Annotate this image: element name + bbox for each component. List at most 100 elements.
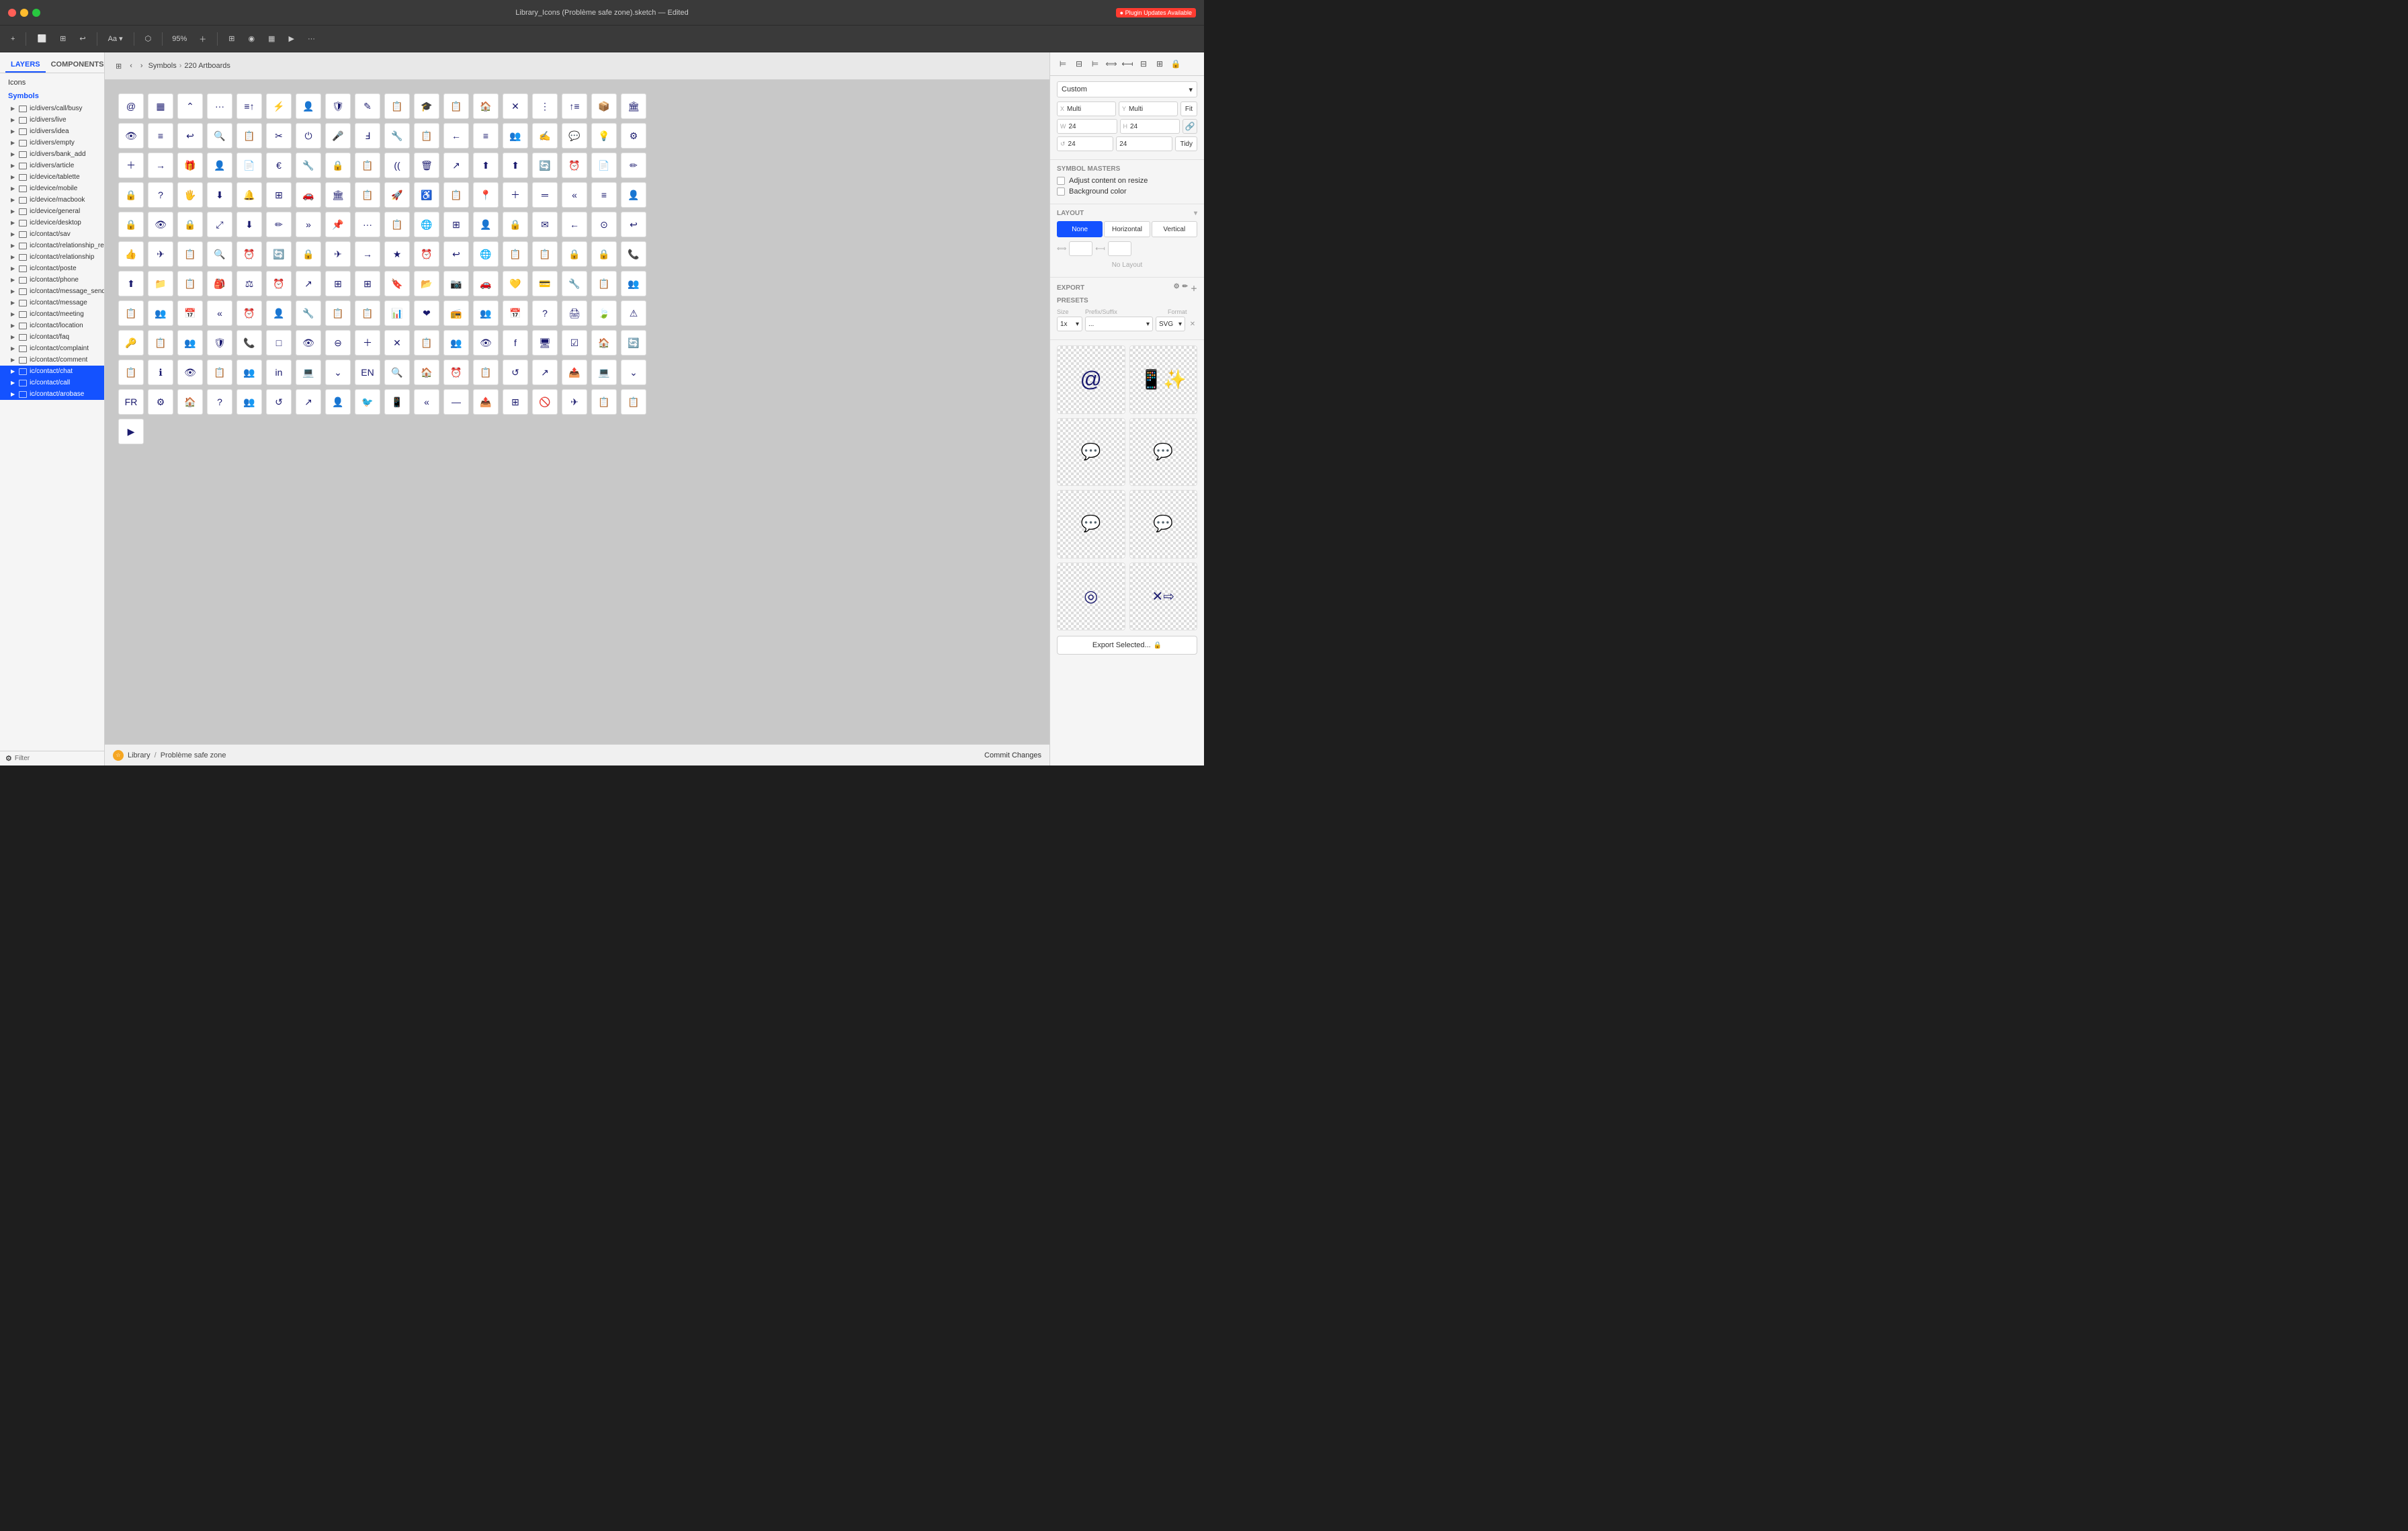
icon-cell[interactable]: ✏ <box>266 212 292 237</box>
icon-cell[interactable]: 💬 <box>562 123 587 149</box>
type-dropdown[interactable]: Custom ▾ <box>1057 81 1197 97</box>
icon-cell[interactable]: 📋 <box>384 212 410 237</box>
layer-item[interactable]: ▶ ic/contact/message <box>0 297 104 308</box>
icon-cell[interactable]: Ⅎ <box>355 123 380 149</box>
icon-cell[interactable]: 📄 <box>236 153 262 178</box>
icon-cell[interactable]: ≡↑ <box>236 93 262 119</box>
export-close-btn[interactable]: ✕ <box>1188 319 1197 329</box>
icon-cell[interactable]: 📞 <box>621 241 646 267</box>
icon-cell[interactable]: 🌐 <box>414 212 439 237</box>
icon-cell[interactable]: ⚙ <box>621 123 646 149</box>
icon-cell[interactable]: ✕ <box>384 330 410 356</box>
expand-btn[interactable]: ⊞ <box>1152 56 1167 71</box>
zoom-add-button[interactable]: ＋ <box>194 30 212 48</box>
dist-v-btn[interactable]: ⟻ <box>1120 56 1135 71</box>
layout-chevron[interactable]: ▾ <box>1194 210 1197 217</box>
icon-cell[interactable]: 📍 <box>473 182 499 208</box>
layer-item[interactable]: ▶ ic/contact/meeting <box>0 308 104 320</box>
layout-none-btn[interactable]: None <box>1057 221 1103 237</box>
icon-cell[interactable]: 🔍 <box>207 241 232 267</box>
icon-cell[interactable]: ↺ <box>503 360 528 385</box>
icon-cell[interactable]: ← <box>562 212 587 237</box>
icon-cell[interactable]: 🔧 <box>296 300 321 326</box>
tab-components[interactable]: COMPONENTS <box>46 58 110 73</box>
icon-cell[interactable]: 📋 <box>414 123 439 149</box>
icon-cell[interactable]: 🔄 <box>266 241 292 267</box>
layer-item[interactable]: ▶ ic/device/mobile <box>0 183 104 194</box>
icon-cell[interactable]: ⬆ <box>473 153 499 178</box>
icon-cell[interactable]: ═ <box>532 182 558 208</box>
align-center-btn[interactable]: ⊟ <box>1072 56 1086 71</box>
icon-cell[interactable]: ⏰ <box>443 360 469 385</box>
more-btn[interactable]: ··· <box>302 30 320 48</box>
layer-item[interactable]: ▶ ic/contact/complaint <box>0 343 104 354</box>
export-selected-button[interactable]: Export Selected... 🔒 <box>1057 636 1197 655</box>
grid-toggle[interactable]: ⊞ <box>223 30 240 48</box>
icon-cell[interactable]: ⌄ <box>325 360 351 385</box>
icon-cell[interactable]: 📋 <box>503 241 528 267</box>
icon-cell[interactable]: ← <box>443 123 469 149</box>
dist-h-btn[interactable]: ⟺ <box>1104 56 1119 71</box>
icon-cell[interactable]: 🖥 <box>532 330 558 356</box>
icon-cell[interactable]: 👤 <box>473 212 499 237</box>
export-prefix-field[interactable]: ... ▾ <box>1085 317 1153 331</box>
layer-item[interactable]: ▶ ic/contact/relationship_remote <box>0 240 104 251</box>
icon-cell[interactable]: 🛡 <box>207 330 232 356</box>
icon-cell[interactable]: 🏠 <box>473 93 499 119</box>
icon-cell[interactable]: 👁 <box>177 360 203 385</box>
icon-cell[interactable]: 🗑 <box>414 153 439 178</box>
layers-toggle[interactable]: ⬜ <box>32 30 52 48</box>
icon-cell[interactable]: ＋ <box>355 330 380 356</box>
icon-cell[interactable]: 📋 <box>414 330 439 356</box>
icon-cell[interactable]: → <box>148 153 173 178</box>
icon-cell[interactable]: 🔄 <box>621 330 646 356</box>
icon-cell[interactable]: 🔒 <box>591 241 617 267</box>
icon-cell[interactable]: ⊞ <box>503 389 528 415</box>
icon-cell[interactable]: 👤 <box>325 389 351 415</box>
icon-cell[interactable]: ⚙ <box>148 389 173 415</box>
icon-cell[interactable]: 👥 <box>503 123 528 149</box>
layer-item[interactable]: ▶ ic/contact/phone <box>0 274 104 286</box>
layer-item[interactable]: ▶ ic/contact/comment <box>0 354 104 366</box>
icon-cell[interactable]: ⏰ <box>414 241 439 267</box>
icon-cell[interactable]: ♿ <box>414 182 439 208</box>
icon-cell[interactable]: 📋 <box>148 330 173 356</box>
icon-cell[interactable]: 👍 <box>118 241 144 267</box>
icon-cell[interactable]: ▶ <box>118 419 144 444</box>
icon-cell[interactable]: 👁 <box>473 330 499 356</box>
icon-cell[interactable]: (( <box>384 153 410 178</box>
icon-cell[interactable]: ✈ <box>148 241 173 267</box>
icon-cell[interactable]: ↩ <box>177 123 203 149</box>
layer-item[interactable]: ▶ ic/divers/bank_add <box>0 149 104 160</box>
layer-item[interactable]: ▶ ic/device/general <box>0 206 104 217</box>
icon-cell[interactable]: 📤 <box>562 360 587 385</box>
export-format-field[interactable]: SVG ▾ <box>1156 317 1185 331</box>
icon-cell[interactable]: 🔒 <box>118 212 144 237</box>
lock-btn[interactable]: 🔒 <box>1168 56 1183 71</box>
layer-item[interactable]: ▶ ic/divers/empty <box>0 137 104 149</box>
icon-cell[interactable]: 📱 <box>384 389 410 415</box>
layer-item[interactable]: ▶ ic/contact/message_send <box>0 286 104 297</box>
icon-cell[interactable]: ⏰ <box>562 153 587 178</box>
layer-item[interactable]: ▶ ic/divers/live <box>0 114 104 126</box>
icon-cell[interactable]: 👥 <box>621 271 646 296</box>
icon-cell[interactable]: 📋 <box>207 360 232 385</box>
adjust-checkbox[interactable] <box>1057 177 1065 185</box>
icon-cell[interactable]: 👤 <box>621 182 646 208</box>
icon-cell[interactable]: 🎤 <box>325 123 351 149</box>
icon-cell[interactable]: 🔧 <box>296 153 321 178</box>
icon-cell[interactable]: ★ <box>384 241 410 267</box>
icon-cell[interactable]: ⏰ <box>236 300 262 326</box>
icon-cell[interactable]: 📋 <box>236 123 262 149</box>
icon-cell[interactable]: 👥 <box>177 330 203 356</box>
icon-cell[interactable]: 🏠 <box>177 389 203 415</box>
icon-cell[interactable]: 👤 <box>266 300 292 326</box>
add-button[interactable]: + <box>5 30 20 48</box>
layer-item[interactable]: ▶ ic/device/macbook <box>0 194 104 206</box>
icon-cell[interactable]: « <box>414 389 439 415</box>
icons-grid-container[interactable]: @ ▦ ⌃ ··· ≡↑ ⚡ 👤 🛡 ✎ 📋 🎓 📋 🏠 ✕ ⋮ <box>105 80 1049 766</box>
icon-cell[interactable]: ⏻ <box>296 123 321 149</box>
rotate-h-field[interactable]: 24 <box>1116 136 1172 151</box>
icon-cell[interactable]: ▦ <box>148 93 173 119</box>
canvas-prev-button[interactable]: ‹ <box>127 56 135 75</box>
